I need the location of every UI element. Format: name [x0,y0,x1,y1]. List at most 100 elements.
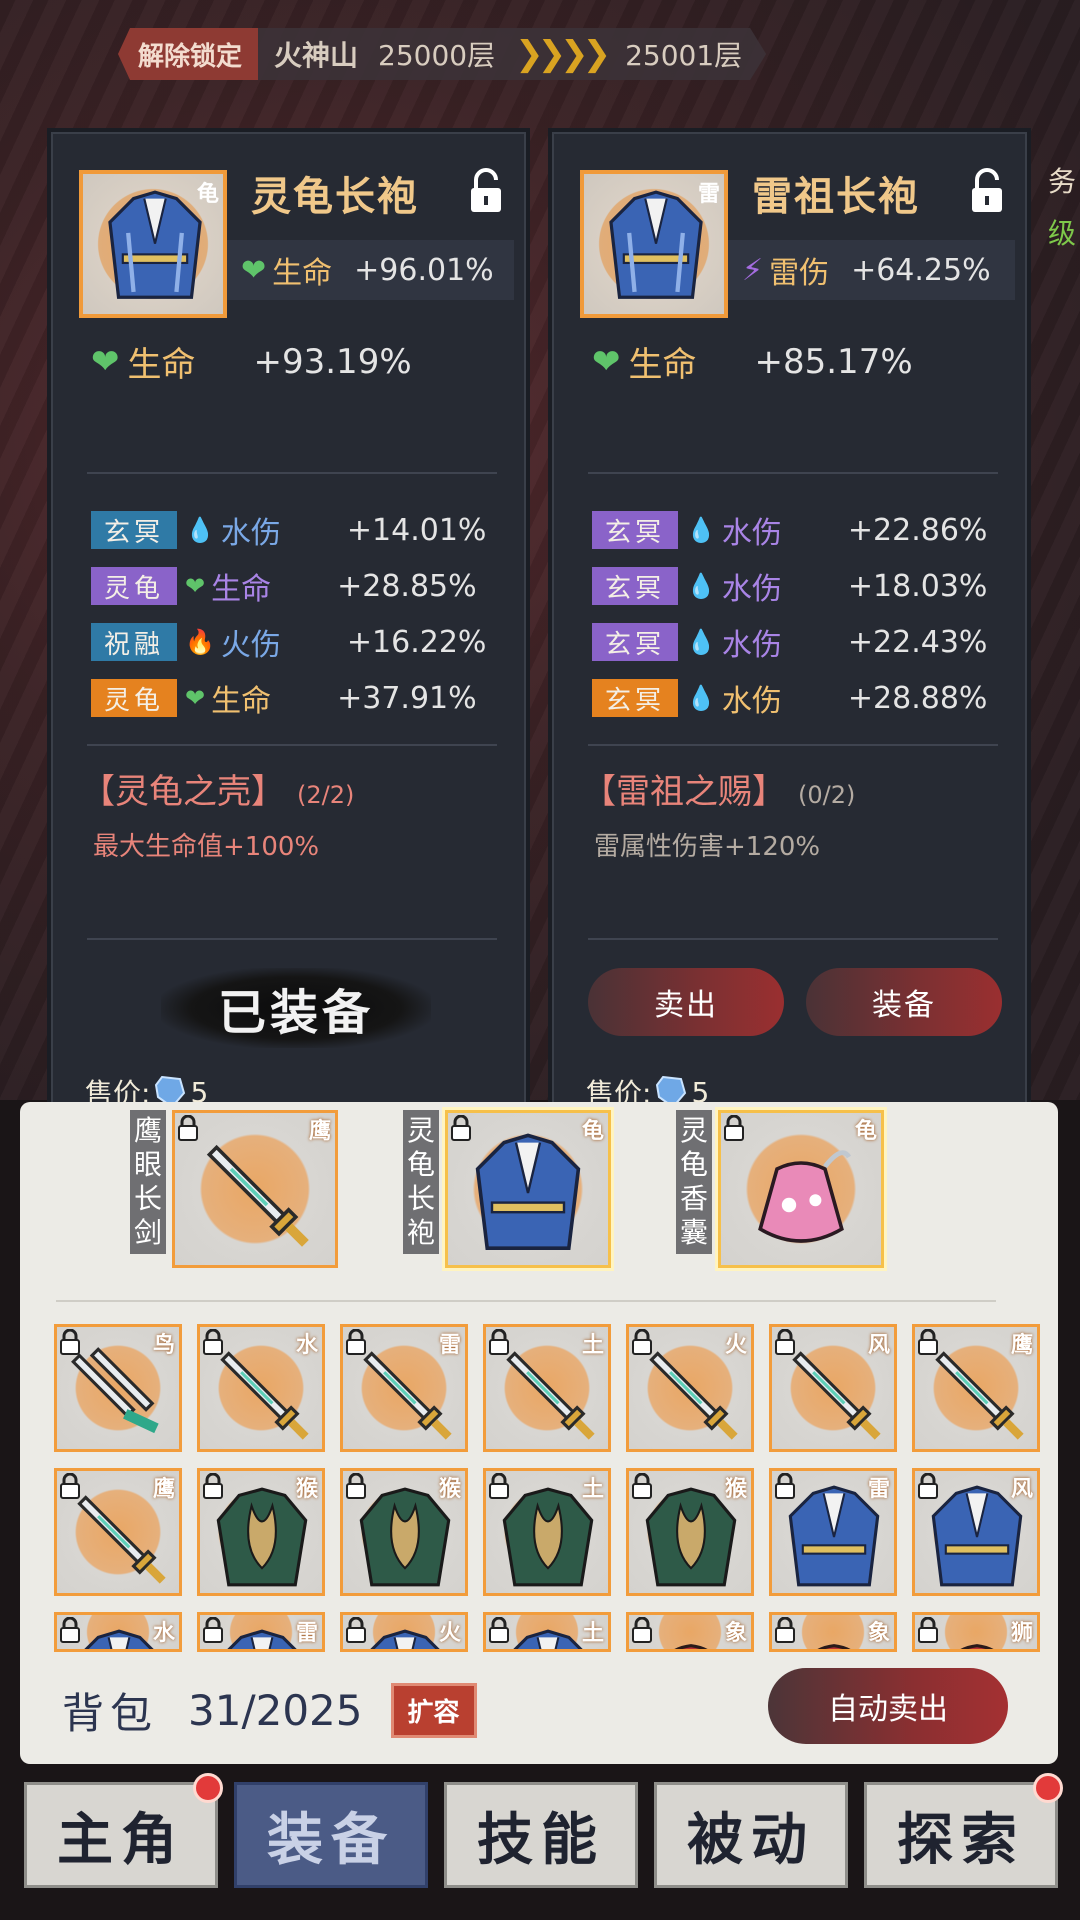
robe-icon [108,190,202,299]
divider [56,1300,996,1302]
inventory-slot[interactable]: 猴 [197,1468,325,1596]
element-tag: 水 [152,1621,175,1646]
inventory-slot[interactable]: 雷 [769,1468,897,1596]
lock-icon [632,1473,652,1499]
inventory-slot[interactable]: 象 [769,1612,897,1652]
element-tag: 鹰 [152,1477,175,1502]
side-fragment-top: 务 [1047,165,1076,198]
compare-item-card: 雷 雷祖长袍 ⚡ 雷伤 +64.25% ❤ 生命 +85.17% 玄冥 💧 水伤 +2… [548,128,1031,1118]
water-drop-icon: 💧 [686,628,716,656]
sub-stat-name: 火伤 [220,628,281,663]
element-tag: 象 [867,1621,890,1646]
main-stat-value: +96.01% [354,252,494,288]
floor-progress-bar: 火神山 25000层 ❯❯❯❯ 25001层 [258,28,766,80]
sub-stat-value: +18.03% [847,568,988,604]
sub-stat-name: 水伤 [721,516,782,551]
inventory-slot[interactable]: 水 [54,1612,182,1652]
divider [588,744,998,746]
inventory-slot[interactable]: 风 [769,1324,897,1452]
element-tag: 狮 [1010,1621,1033,1646]
nav-tab-label: 装备 [267,1806,395,1873]
lock-icon [632,1617,652,1643]
set-name: 【灵龟之壳】 [81,772,285,812]
unlock-icon[interactable] [468,168,504,214]
heart-icon: ❤ [592,341,621,382]
set-bonus-desc: 雷属性伤害+120% [594,832,821,862]
equipped-slot[interactable]: 鹰 [172,1110,338,1268]
item-thumbnail: 雷 [580,170,728,318]
inventory-slot[interactable]: 鸟 [54,1324,182,1452]
equipped-slot[interactable]: 龟 [718,1110,884,1268]
set-name: 【雷祖之赐】 [582,772,786,812]
element-tag: 鹰 [1010,1333,1033,1358]
lock-icon [724,1115,744,1141]
inventory-slot[interactable]: 土 [483,1324,611,1452]
sub-stat-badge: 玄冥 [592,567,678,605]
sell-button[interactable]: 卖出 [588,968,784,1036]
base-stat: ❤ 生命 +93.19% [91,337,412,386]
heart-icon: ❤ [91,341,120,382]
sub-stat-name: 水伤 [220,516,281,551]
robe-icon [475,1133,581,1250]
inventory-slot[interactable]: 火 [340,1612,468,1652]
element-tag: 猴 [438,1477,461,1502]
item-name: 灵龟长袍 [251,174,419,220]
unlock-icon[interactable] [969,168,1005,214]
inventory-slot[interactable]: 火 [626,1324,754,1452]
floor-current: 25000层 [378,39,496,72]
inventory-slot[interactable]: 鹰 [54,1468,182,1596]
water-drop-icon: 💧 [686,572,716,600]
sub-stat-value: +22.86% [847,512,988,548]
inventory-slot[interactable]: 水 [197,1324,325,1452]
equipped-slot[interactable]: 龟 [445,1110,611,1268]
sub-stat-row: 玄冥 💧 水伤 +22.86% [592,502,1002,558]
divider [87,472,497,474]
inventory-slot[interactable]: 狮 [912,1612,1040,1652]
equipped-status: 已装备 [161,968,431,1048]
element-tag: 火 [724,1333,747,1358]
lock-icon [346,1617,366,1643]
inventory-slot[interactable]: 风 [912,1468,1040,1596]
inventory-slot[interactable]: 鹰 [912,1324,1040,1452]
sub-stat-badge: 玄冥 [592,679,678,717]
inventory-slot[interactable]: 象 [626,1612,754,1652]
sub-stat-badge: 灵龟 [91,567,177,605]
lock-icon [918,1329,938,1355]
nav-tab[interactable]: 技能 [444,1782,638,1888]
set-count: (2/2) [297,781,355,809]
unlock-button[interactable]: 解除锁定 [118,28,259,80]
water-drop-icon: 💧 [686,516,716,544]
lock-icon [60,1617,80,1643]
base-stat-value: +85.17% [754,341,913,382]
expand-button[interactable]: 扩容 [390,1683,477,1738]
equip-button[interactable]: 装备 [806,968,1002,1036]
sub-stat-value: +28.88% [847,680,988,716]
fire-icon: 🔥 [185,628,215,656]
inventory-slot[interactable]: 猴 [626,1468,754,1596]
sub-stat-row: 玄冥 💧 水伤 +18.03% [592,558,1002,614]
water-drop-icon: 💧 [686,684,716,712]
nav-tab[interactable]: 主角 [24,1773,223,1888]
bag-capacity: 背包 31/2025 扩容 [62,1680,477,1741]
nav-tab[interactable]: 装备 [234,1782,428,1888]
element-tag: 土 [581,1333,604,1358]
nav-tab-label: 探索 [897,1806,1025,1873]
element-tag: 龟 [854,1119,877,1144]
auto-sell-button[interactable]: 自动卖出 [768,1668,1008,1744]
element-tag: 雷 [295,1621,318,1646]
lock-icon [775,1329,795,1355]
sub-stat-badge: 玄冥 [592,511,678,549]
nav-tab[interactable]: 探索 [864,1773,1063,1888]
set-bonus-title: 【灵龟之壳】 (2/2) [81,764,354,813]
inventory-slot[interactable]: 猴 [340,1468,468,1596]
side-fragment-bottom: 级 [1047,217,1076,250]
inventory-slot[interactable]: 土 [483,1612,611,1652]
set-bonus-title: 【雷祖之赐】 (0/2) [582,764,855,813]
inventory-slot[interactable]: 雷 [340,1324,468,1452]
inventory-slot[interactable]: 土 [483,1468,611,1596]
inventory-slot[interactable]: 雷 [197,1612,325,1652]
base-stat-label: 生命 [127,345,196,385]
main-stat: ⚡ 雷伤 +64.25% [728,240,1015,300]
sub-stat-row: 玄冥 💧 水伤 +28.88% [592,670,1002,726]
nav-tab[interactable]: 被动 [654,1782,848,1888]
